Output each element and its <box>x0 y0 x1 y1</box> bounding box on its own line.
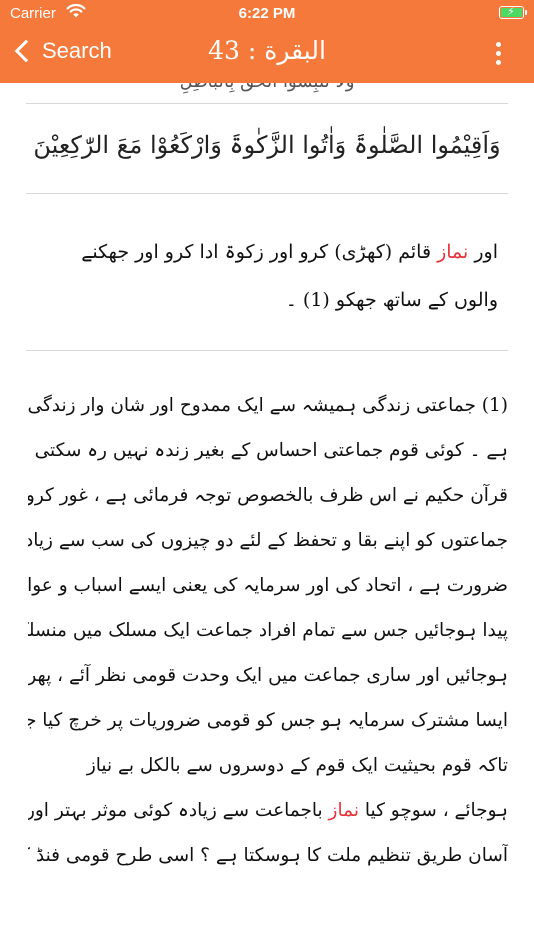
divider <box>26 350 508 351</box>
arabic-verse: وَاَقِیْمُوا الصَّلٰوۃَ وَاٰتُوا الزَّکٰ… <box>33 131 501 159</box>
more-menu-button[interactable] <box>494 42 502 69</box>
commentary-line: ہے ۔ کوئی قوم جماعتی احساس کے بغیر زندہ … <box>28 440 508 461</box>
highlighted-term: نماز <box>437 241 469 263</box>
verse-content[interactable]: وَلَا تَلْبِسُوا الْحَقَّ بِالْبَاطِلِ و… <box>0 83 534 950</box>
commentary-line: ہوجائے ، سوچو کیا نماز باجماعت سے زیادہ … <box>28 800 508 821</box>
navigation-bar: Search البقرة : 43 <box>0 26 534 83</box>
header-bar: Carrier 6:22 PM ⚡ Search البقرة : 43 <box>0 0 534 83</box>
previous-verse-fragment: وَلَا تَلْبِسُوا الْحَقَّ بِالْبَاطِلِ <box>0 83 534 92</box>
commentary: (1) جماعتی زندگی ہمیشہ سے ایک ممدوح اور … <box>28 383 508 878</box>
commentary-line: جماعتوں کو اپنے بقا و تحفظ کے لئے دو چیز… <box>28 530 508 551</box>
more-vertical-icon <box>495 42 501 47</box>
divider <box>26 193 508 194</box>
commentary-line: ہوجائیں اور ساری جماعت میں ایک وحدت قومی… <box>28 665 508 686</box>
status-bar: Carrier 6:22 PM ⚡ <box>0 0 534 26</box>
commentary-line: آسان طریق تنظیم ملت کا ہوسکتا ہے ؟ اسی ط… <box>28 845 508 866</box>
commentary-line: ضرورت ہے ، اتحاد کی اور سرمایہ کی یعنی ا… <box>28 575 508 596</box>
commentary-line: (1) جماعتی زندگی ہمیشہ سے ایک ممدوح اور … <box>28 395 508 416</box>
commentary-line: تاکہ قوم بحیثیت ایک قوم کے دوسروں سے بال… <box>86 755 508 776</box>
battery-icon: ⚡ <box>499 5 527 19</box>
verse-translation: اور نماز قائم (کھڑی) کرو اور زکوۃ ادا کر… <box>81 241 498 311</box>
commentary-line: ایسا مشترک سرمایہ ہو جس کو قومی ضروریات … <box>28 710 508 731</box>
commentary-line: پیدا ہوجائیں جس سے تمام افراد جماعت ایک … <box>28 620 508 641</box>
commentary-line: قرآن حکیم نے اس ظرف بالخصوص توجہ فرمائی … <box>28 485 508 506</box>
highlighted-term: نماز <box>328 800 359 821</box>
page-title: البقرة : 43 <box>208 36 326 65</box>
clock: 6:22 PM <box>238 5 296 22</box>
divider <box>26 103 508 104</box>
